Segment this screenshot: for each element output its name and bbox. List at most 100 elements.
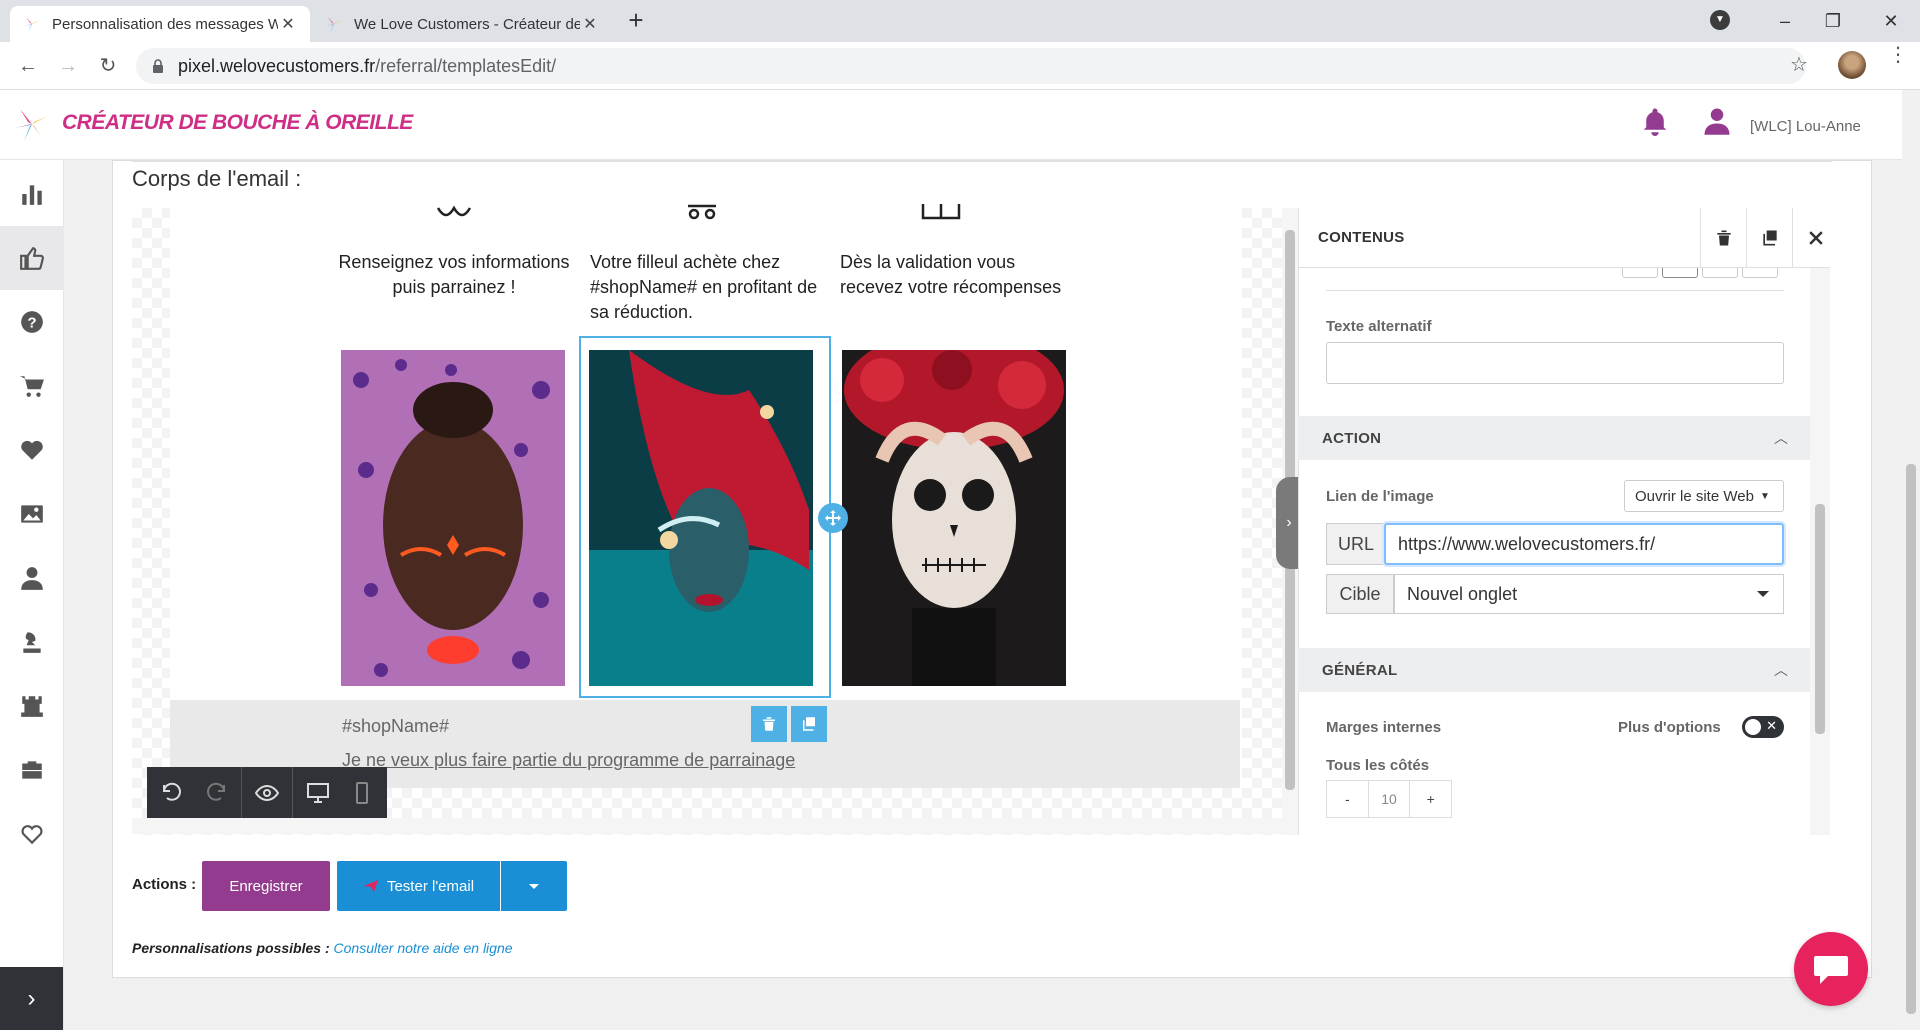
chevron-up-icon: ︿ <box>1774 662 1788 678</box>
scroll-thumb[interactable] <box>1815 504 1825 734</box>
sidebar-item-referral[interactable] <box>0 226 64 290</box>
align-justify-button[interactable] <box>1742 268 1778 278</box>
panel-delete-button[interactable] <box>1700 208 1746 268</box>
browser-tab-active[interactable]: Personnalisation des messages W ✕ <box>10 6 310 42</box>
unsubscribe-link[interactable]: Je ne veux plus faire partie du programm… <box>342 750 795 771</box>
target-select[interactable]: Nouvel onglet <box>1394 574 1784 614</box>
redo-button[interactable] <box>197 774 235 812</box>
sidebar-item-images[interactable] <box>0 482 64 546</box>
tab-close-icon[interactable]: ✕ <box>278 14 298 34</box>
notification-bell-icon[interactable] <box>1640 106 1670 136</box>
test-email-dropdown-button[interactable] <box>501 861 567 911</box>
action-section-header[interactable]: ACTION ︿ <box>1298 416 1810 460</box>
toolbar-divider <box>292 767 293 819</box>
bookmark-star-icon[interactable]: ☆ <box>1790 52 1808 77</box>
desktop-view-button[interactable] <box>299 774 337 812</box>
scroll-thumb[interactable] <box>1906 464 1916 1014</box>
help-link[interactable]: Consulter notre aide en ligne <box>334 940 513 956</box>
copy-icon <box>803 717 815 731</box>
window-close-icon[interactable]: ✕ <box>1878 8 1904 34</box>
step-1-photo[interactable] <box>341 350 565 686</box>
email-body-label: Corps de l'email : <box>132 166 302 191</box>
panel-close-button[interactable] <box>1792 208 1838 268</box>
padding-decrement-button[interactable]: - <box>1327 781 1369 817</box>
canvas-horizontal-scrollbar[interactable] <box>132 818 1282 834</box>
test-email-button[interactable]: Tester l'email <box>337 861 500 911</box>
sidebar-expand-chevron-icon[interactable]: › <box>0 967 63 1030</box>
reload-icon[interactable]: ↻ <box>94 52 122 80</box>
general-section-header[interactable]: GÉNÉRAL ︿ <box>1298 648 1810 692</box>
step-2-photo[interactable] <box>589 350 813 686</box>
page-scrollbar[interactable] <box>1902 90 1920 1030</box>
chat-button[interactable] <box>1794 932 1868 1006</box>
preview-button[interactable] <box>248 774 286 812</box>
brand-title[interactable]: CRÉATEUR DE BOUCHE À OREILLE <box>62 111 413 135</box>
alt-text-label: Texte alternatif <box>1326 318 1432 335</box>
sidebar-item-shop[interactable] <box>0 354 64 418</box>
browser-menu-icon[interactable]: ⋮ <box>1888 45 1908 65</box>
image-icon <box>21 505 43 523</box>
eye-icon <box>255 784 279 802</box>
url-text: pixel.welovecustomers.fr/referral/templa… <box>178 56 556 77</box>
move-handle-icon[interactable] <box>818 503 848 533</box>
caret-down-icon <box>529 883 539 889</box>
bar-chart-icon <box>22 185 42 205</box>
browser-tab-inactive[interactable]: We Love Customers - Créateur de ✕ <box>312 6 612 42</box>
sidebar-item-stats[interactable] <box>0 162 64 226</box>
heart-outline-icon <box>21 825 43 845</box>
toolbar-divider <box>241 767 242 819</box>
new-tab-icon[interactable]: + <box>622 6 650 34</box>
user-name[interactable]: [WLC] Lou-Anne <box>1750 118 1861 135</box>
more-options-toggle[interactable]: ✕ <box>1742 716 1784 738</box>
sidebar-item-users[interactable] <box>0 546 64 610</box>
alt-text-input[interactable] <box>1326 342 1784 384</box>
sidebar-item-business[interactable] <box>0 738 64 802</box>
mobile-view-button[interactable] <box>343 774 381 812</box>
properties-panel <box>1298 208 1830 835</box>
heart-icon <box>21 440 43 460</box>
padding-value[interactable]: 10 <box>1369 781 1411 817</box>
sidebar-item-loyalty[interactable] <box>0 802 64 866</box>
image-link-dropdown[interactable]: Ouvrir le site Web ▼ <box>1624 480 1784 512</box>
delete-block-button[interactable] <box>751 706 787 742</box>
restore-icon[interactable]: ❐ <box>1820 8 1846 34</box>
caret-down-icon: ▼ <box>1759 490 1770 502</box>
sidebar-item-rewards[interactable] <box>0 674 64 738</box>
user-avatar-icon[interactable] <box>1702 106 1732 136</box>
tab-close-icon[interactable]: ✕ <box>580 14 600 34</box>
padding-increment-button[interactable]: + <box>1410 781 1451 817</box>
save-button[interactable]: Enregistrer <box>202 861 330 911</box>
action-section-title: ACTION <box>1322 430 1382 447</box>
back-arrow-icon[interactable]: ← <box>14 52 42 80</box>
align-center-button[interactable] <box>1662 268 1698 278</box>
more-options-label: Plus d'options <box>1618 719 1721 736</box>
undo-button[interactable] <box>153 774 191 812</box>
undo-icon <box>163 782 181 801</box>
tab-search-icon[interactable]: ▼ <box>1710 10 1730 30</box>
url-input[interactable]: https://www.welovecustomers.fr/ <box>1384 523 1784 565</box>
image-link-option: Ouvrir le site Web <box>1635 487 1754 505</box>
help-line: Personnalisations possibles : Consulter … <box>132 940 513 956</box>
divider <box>132 160 1832 162</box>
cart-icon <box>20 376 44 397</box>
panel-duplicate-button[interactable] <box>1746 208 1792 268</box>
forward-arrow-icon[interactable]: → <box>54 52 82 80</box>
align-right-button[interactable] <box>1702 268 1738 278</box>
step-2-icon <box>688 204 716 220</box>
align-left-button[interactable] <box>1622 268 1658 278</box>
trash-icon <box>1716 230 1731 246</box>
duplicate-block-button[interactable] <box>791 706 827 742</box>
url-field[interactable]: pixel.welovecustomers.fr/referral/templa… <box>136 48 1806 84</box>
minimize-icon[interactable]: – <box>1772 8 1798 34</box>
panel-scrollbar[interactable] <box>1810 268 1830 835</box>
mobile-icon <box>356 782 368 804</box>
url-path: /referral/templatesEdit/ <box>375 55 557 76</box>
step-3-photo[interactable] <box>842 350 1066 686</box>
all-sides-label: Tous les côtés <box>1326 757 1430 774</box>
step-3-icon <box>921 204 961 220</box>
sidebar-item-help[interactable]: ? <box>0 290 64 354</box>
sidebar-item-favorites[interactable] <box>0 418 64 482</box>
toggle-off-icon: ✕ <box>1766 718 1777 733</box>
sidebar-item-strategy[interactable] <box>0 610 64 674</box>
profile-avatar[interactable] <box>1838 51 1866 79</box>
